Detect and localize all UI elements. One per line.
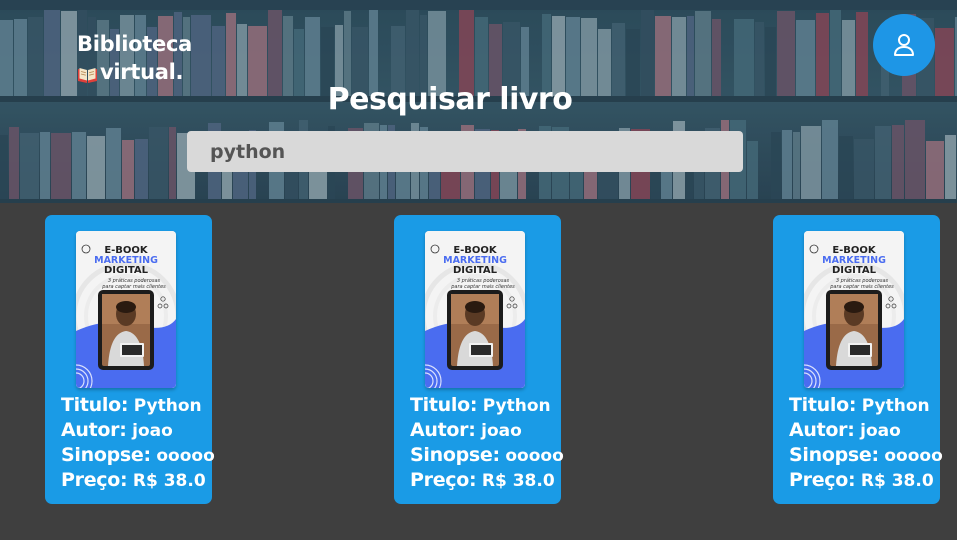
cover-line4: 3 práticas poderosas — [108, 277, 161, 284]
title-label: Titulo: — [410, 394, 478, 416]
book-card[interactable]: E-BOOK MARKETING DIGITAL 3 práticas pode… — [394, 215, 564, 504]
book-cover[interactable]: E-BOOK MARKETING DIGITAL 3 práticas pode… — [76, 231, 176, 388]
price-label: Preço: — [789, 469, 856, 491]
book-price: R$ 38.0 — [132, 471, 206, 491]
search-input[interactable] — [187, 131, 743, 172]
cover-line3: DIGITAL — [453, 265, 498, 276]
book-author: joao — [860, 421, 901, 441]
author-label: Autor: — [410, 419, 476, 441]
book-price: R$ 38.0 — [860, 471, 934, 491]
app-logo[interactable]: Biblioteca virtual. — [77, 30, 192, 86]
book-cover[interactable]: E-BOOK MARKETING DIGITAL 3 práticas pode… — [804, 231, 904, 388]
book-author: joao — [132, 421, 173, 441]
synopsis-label: Sinopse: — [410, 444, 500, 466]
cover-line5: para captar mais clientes — [101, 284, 166, 290]
user-profile-button[interactable] — [873, 14, 935, 76]
title-label: Titulo: — [789, 394, 857, 416]
book-title: Python — [133, 396, 202, 416]
page-title: Pesquisar livro — [327, 82, 573, 117]
cover-line3: DIGITAL — [832, 265, 877, 276]
synopsis-label: Sinopse: — [789, 444, 879, 466]
book-title: Python — [482, 396, 551, 416]
book-cover[interactable]: E-BOOK MARKETING DIGITAL 3 práticas pode… — [425, 231, 525, 388]
cover-line5: para captar mais clientes — [450, 284, 515, 290]
book-synopsis: ooooo — [505, 446, 564, 466]
book-price: R$ 38.0 — [481, 471, 555, 491]
header-banner: Biblioteca virtual. Pesquisar livro pyth… — [0, 0, 957, 203]
cover-line3: DIGITAL — [104, 265, 149, 276]
book-synopsis: ooooo — [156, 446, 215, 466]
author-label: Autor: — [789, 419, 855, 441]
author-label: Autor: — [61, 419, 127, 441]
price-label: Preço: — [61, 469, 128, 491]
cover-line5: para captar mais clientes — [829, 284, 894, 290]
open-book-icon — [77, 63, 98, 83]
cover-line4: 3 práticas poderosas — [457, 277, 510, 284]
logo-line1: Biblioteca — [77, 32, 192, 56]
price-label: Preço: — [410, 469, 477, 491]
cover-line4: 3 práticas poderosas — [836, 277, 889, 284]
user-icon — [894, 34, 914, 56]
book-card[interactable]: E-BOOK MARKETING DIGITAL 3 práticas pode… — [45, 215, 215, 504]
book-synopsis: ooooo — [884, 446, 943, 466]
title-label: Titulo: — [61, 394, 129, 416]
book-card[interactable]: E-BOOK MARKETING DIGITAL 3 práticas pode… — [773, 215, 943, 504]
synopsis-label: Sinopse: — [61, 444, 151, 466]
book-title: Python — [861, 396, 930, 416]
book-author: joao — [481, 421, 522, 441]
